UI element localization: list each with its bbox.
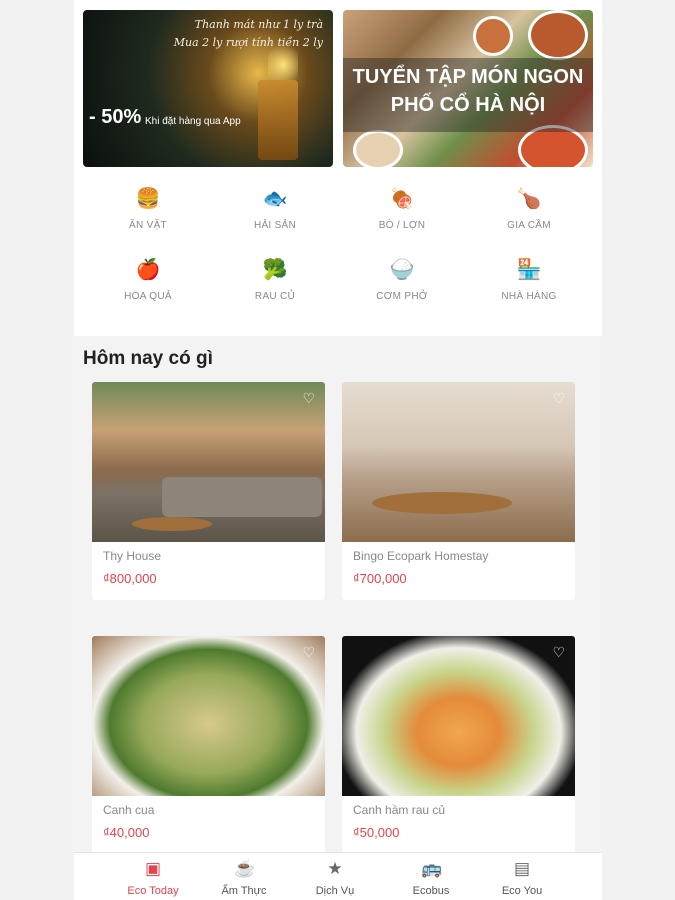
category-vegetables[interactable]: 🥦 RAU CỦ bbox=[210, 257, 340, 302]
fruit-icon: 🍎 bbox=[135, 259, 161, 281]
tab-label: Ecobus bbox=[412, 885, 450, 897]
promo-discount-note: Khi đặt hàng qua App bbox=[145, 116, 241, 127]
listing-name: Thy House bbox=[103, 549, 162, 563]
category-label: HẢI SẢN bbox=[253, 220, 297, 231]
dish-image bbox=[353, 130, 403, 167]
coffee-cup-icon: ☕ bbox=[234, 859, 256, 878]
category-label: RAU CỦ bbox=[254, 291, 296, 302]
table-shape bbox=[372, 492, 512, 514]
section-title: Hôm nay có gì bbox=[83, 348, 213, 369]
listing-image bbox=[342, 382, 575, 542]
promo-script-text: Thanh mát như 1 ly trà Mua 2 ly rượi tín… bbox=[174, 16, 323, 52]
food-banner-title: TUYỂN TẬP MÓN NGON bbox=[352, 66, 584, 88]
tab-ecobus[interactable]: 🚌 Ecobus bbox=[385, 853, 477, 900]
bottom-tab-bar: ▣ Eco Today ☕ Ẩm Thực ★ Dịch Vụ 🚌 Ecobus… bbox=[74, 852, 602, 900]
category-beef-pork[interactable]: 🍖 BÒ / LỢN bbox=[337, 186, 467, 231]
category-fruit[interactable]: 🍎 HOA QUẢ bbox=[83, 257, 213, 302]
drink-glass-image bbox=[258, 80, 298, 160]
tab-am-thuc[interactable]: ☕ Ẩm Thực bbox=[198, 853, 290, 900]
tab-label: Dịch Vụ bbox=[315, 885, 355, 897]
listing-price: ₫700,000 bbox=[353, 571, 407, 586]
promo-discount: - 50% bbox=[89, 106, 142, 128]
category-label: GIA CẦM bbox=[507, 220, 551, 231]
favorite-heart-icon[interactable]: ♡ bbox=[552, 390, 565, 407]
table-shape bbox=[132, 517, 212, 531]
listing-name: Bingo Ecopark Homestay bbox=[353, 549, 489, 563]
listing-price: ₫50,000 bbox=[353, 825, 400, 840]
category-seafood[interactable]: 🐟 HẢI SẢN bbox=[210, 186, 340, 231]
favorite-heart-icon[interactable]: ♡ bbox=[302, 390, 315, 407]
food-collection-banner[interactable]: TUYỂN TẬP MÓN NGON PHỐ CỔ HÀ NỘI bbox=[343, 10, 593, 167]
listing-image bbox=[92, 382, 325, 542]
burger-icon: 🍔 bbox=[135, 188, 161, 210]
tab-label: Eco Today bbox=[127, 885, 179, 897]
wallet-icon: ▤ bbox=[513, 859, 531, 878]
tab-eco-you[interactable]: ▤ Eco You bbox=[476, 853, 568, 900]
promo-banner[interactable]: Thanh mát như 1 ly trà Mua 2 ly rượi tín… bbox=[83, 10, 333, 167]
store-icon: 🏪 bbox=[516, 259, 542, 281]
meat-icon: 🍖 bbox=[389, 188, 415, 210]
top-card: Thanh mát như 1 ly trà Mua 2 ly rượi tín… bbox=[74, 0, 602, 336]
rice-bowl-icon: 🍚 bbox=[389, 259, 415, 281]
tab-dich-vu[interactable]: ★ Dịch Vụ bbox=[289, 853, 381, 900]
category-label: HOA QUẢ bbox=[124, 291, 172, 302]
today-icon: ▣ bbox=[144, 859, 162, 878]
app-screen: Thanh mát như 1 ly trà Mua 2 ly rượi tín… bbox=[74, 0, 602, 900]
category-rice-pho[interactable]: 🍚 CƠM PHỞ bbox=[337, 257, 467, 302]
broccoli-icon: 🥦 bbox=[262, 259, 288, 281]
food-banner-subtitle: PHỐ CỔ HÀ NỘI bbox=[390, 94, 546, 116]
listing-card[interactable]: ♡ Canh cua ₫40,000 bbox=[92, 636, 325, 854]
dish-image bbox=[473, 16, 513, 56]
dish-image bbox=[528, 10, 588, 60]
listing-name: Canh cua bbox=[103, 803, 155, 817]
favorite-heart-icon[interactable]: ♡ bbox=[552, 644, 565, 661]
promo-script-line-1: Thanh mát như 1 ly trà bbox=[194, 18, 323, 31]
tab-label: Eco You bbox=[501, 885, 543, 897]
category-poultry[interactable]: 🍗 GIA CẦM bbox=[464, 186, 594, 231]
listing-name: Canh hầm rau củ bbox=[353, 803, 446, 817]
promo-script-line-2: Mua 2 ly rượi tính tiền 2 ly bbox=[173, 36, 323, 49]
listing-card[interactable]: ♡ Bingo Ecopark Homestay ₫700,000 bbox=[342, 382, 575, 600]
favorite-heart-icon[interactable]: ♡ bbox=[302, 644, 315, 661]
listing-price: ₫800,000 bbox=[103, 571, 157, 586]
listing-card[interactable]: ♡ Canh hầm rau củ ₫50,000 bbox=[342, 636, 575, 854]
category-label: NHÀ HÀNG bbox=[501, 291, 557, 302]
listing-card[interactable]: ♡ Thy House ₫800,000 bbox=[92, 382, 325, 600]
category-label: ĂN VẶT bbox=[129, 220, 167, 231]
chicken-icon: 🍗 bbox=[516, 188, 542, 210]
listing-image bbox=[92, 636, 325, 796]
tab-eco-today[interactable]: ▣ Eco Today bbox=[107, 853, 199, 900]
listing-price: ₫40,000 bbox=[103, 825, 150, 840]
category-label: BÒ / LỢN bbox=[378, 220, 426, 231]
category-restaurant[interactable]: 🏪 NHÀ HÀNG bbox=[464, 257, 594, 302]
star-icon: ★ bbox=[327, 859, 343, 878]
tab-label: Ẩm Thực bbox=[221, 885, 267, 897]
category-label: CƠM PHỞ bbox=[376, 291, 428, 302]
fish-icon: 🐟 bbox=[262, 188, 288, 210]
listing-image bbox=[342, 636, 575, 796]
sofa-shape bbox=[162, 477, 322, 517]
category-snacks[interactable]: 🍔 ĂN VẶT bbox=[83, 186, 213, 231]
bus-icon: 🚌 bbox=[421, 859, 443, 878]
